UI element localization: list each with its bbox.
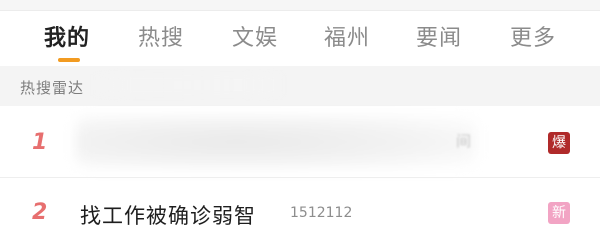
hot-badge: 爆 — [548, 132, 570, 154]
tab-bar: 我的 热搜 文娱 福州 要闻 更多 — [0, 10, 600, 66]
active-tab-indicator — [58, 58, 80, 62]
item-count: 1512112 — [290, 205, 353, 221]
hint-label: 热搜雷达 — [20, 79, 85, 97]
tab-fuzhou[interactable]: 福州 — [324, 20, 370, 52]
tab-headline-news[interactable]: 要闻 — [416, 20, 462, 52]
tab-more[interactable]: 更多 — [510, 20, 556, 52]
list-item[interactable]: 2 找工作被确诊弱智 1512112 新 — [0, 178, 600, 248]
tab-mine[interactable]: 我的 — [44, 20, 90, 52]
item-title[interactable]: 找工作被确诊弱智 — [80, 200, 256, 230]
blurred-title-tail: 间 — [456, 132, 472, 150]
rank-number: 2 — [32, 200, 48, 225]
new-badge: 新 — [548, 202, 570, 224]
hot-search-radar-bar: 热搜雷达 — [0, 66, 600, 106]
rank-number: 1 — [32, 130, 48, 155]
tab-entertainment[interactable]: 文娱 — [232, 20, 278, 52]
hot-search-panel: 我的 热搜 文娱 福州 要闻 更多 热搜雷达 1 间 爆 2 找工作被确诊弱智 … — [0, 0, 600, 248]
list-item[interactable]: 1 间 爆 — [0, 106, 600, 178]
tab-hot-search[interactable]: 热搜 — [138, 20, 184, 52]
blurred-hint-text — [92, 74, 282, 96]
blurred-title — [76, 116, 476, 168]
